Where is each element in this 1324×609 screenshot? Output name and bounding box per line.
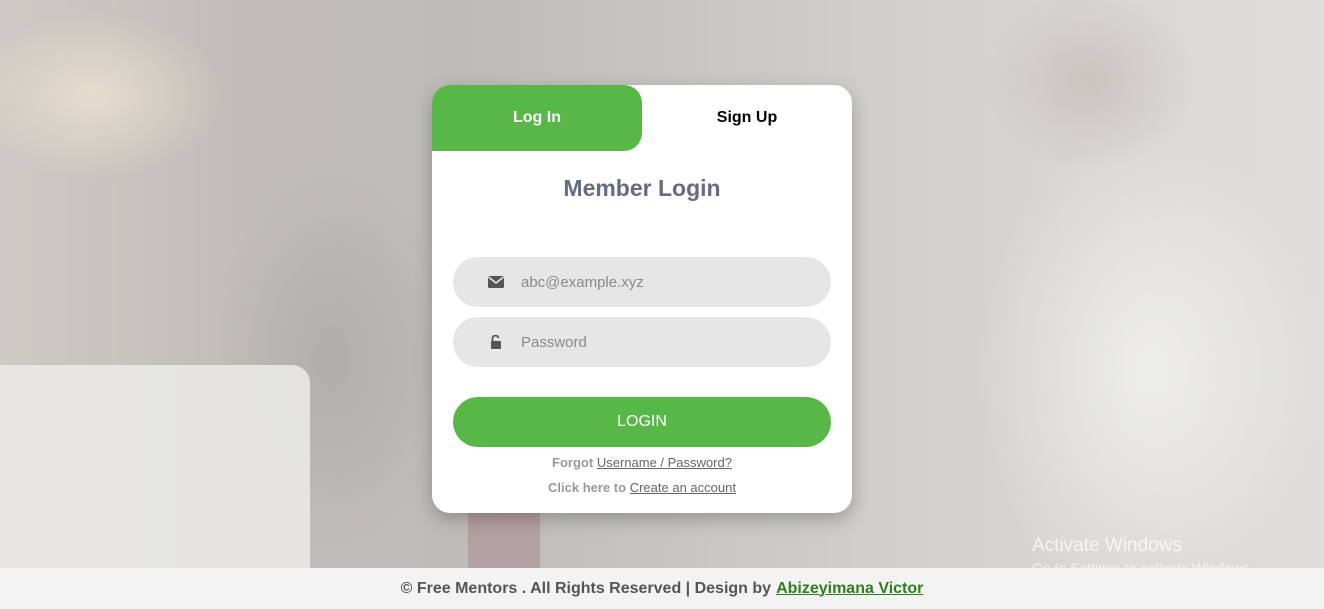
- unlock-icon: [486, 332, 506, 352]
- footer-author-link[interactable]: Abizeyimana Victor: [776, 580, 923, 598]
- password-input[interactable]: [521, 327, 811, 357]
- auth-tabs: Log In Sign Up: [432, 85, 852, 151]
- forgot-prefix: Forgot: [552, 455, 594, 470]
- create-prefix: Click here to: [548, 480, 627, 495]
- create-account-link[interactable]: Create an account: [630, 480, 736, 495]
- watermark-title: Activate Windows: [1032, 535, 1182, 556]
- email-field: [453, 257, 831, 307]
- page-footer: © Free Mentors . All Rights Reserved | D…: [0, 568, 1324, 609]
- forgot-line: Forgot Username / Password?: [432, 455, 852, 470]
- tab-signup[interactable]: Sign Up: [642, 85, 852, 151]
- tab-login[interactable]: Log In: [432, 85, 642, 151]
- envelope-icon: [486, 272, 506, 292]
- forgot-credentials-link[interactable]: Username / Password?: [597, 455, 732, 470]
- login-card: Log In Sign Up Member Login LOGIN Forgot…: [432, 85, 852, 513]
- email-input[interactable]: [521, 267, 811, 297]
- footer-text: © Free Mentors . All Rights Reserved | D…: [400, 579, 772, 597]
- login-button[interactable]: LOGIN: [453, 397, 831, 447]
- password-field: [453, 317, 831, 367]
- create-account-line: Click here to Create an account: [432, 480, 852, 495]
- page-title: Member Login: [563, 175, 721, 201]
